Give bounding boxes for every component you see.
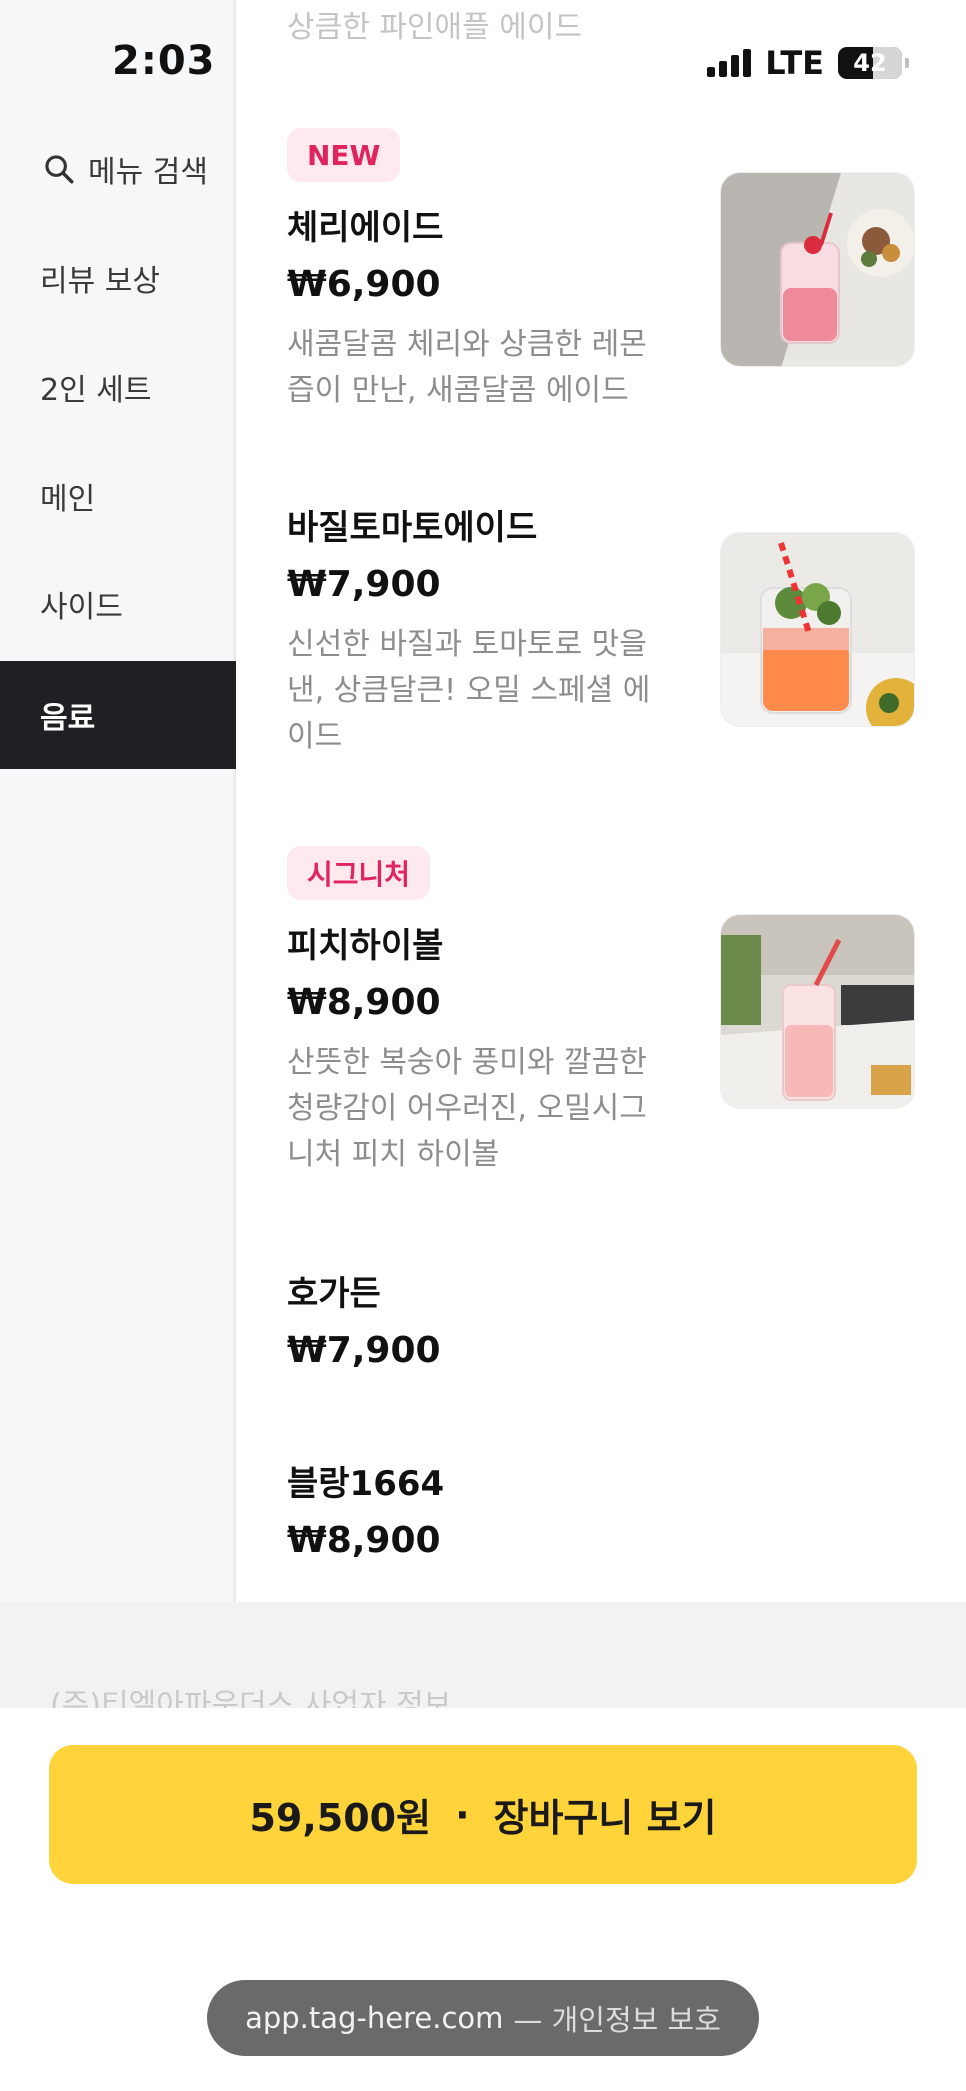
- privacy-text: — 개인정보 보호: [513, 2003, 721, 2037]
- item-name: 블랑1664: [287, 1464, 445, 1504]
- sidebar-item-label: 음료: [40, 701, 96, 736]
- item-description: 산뜻한 복숭아 풍미와 깔끔한 청량감이 어우러진, 오밀시그니처 피치 하이볼: [287, 1045, 647, 1172]
- sidebar-item-drinks[interactable]: 음료: [0, 661, 236, 769]
- sidebar-item-label: 2인 세트: [40, 373, 152, 408]
- item-name: 체리에이드: [287, 208, 444, 248]
- item-price: ₩7,900: [287, 564, 441, 605]
- item-description: 신선한 바질과 토마토로 맛을 낸, 상큼달큰! 오밀 스페셜 에이드: [287, 627, 651, 754]
- sidebar-item-label: 사이드: [40, 590, 123, 625]
- sidebar-item-label: 메인: [40, 482, 96, 517]
- category-sidebar: 메뉴 검색 리뷰 보상 2인 세트 메인 사이드 음료: [0, 0, 236, 1602]
- item-name: 피치하이볼: [287, 926, 444, 966]
- basil-tomato-ade-photo[interactable]: [720, 532, 915, 727]
- menu-search-button[interactable]: 메뉴 검색: [0, 115, 236, 223]
- item-name: 바질토마토에이드: [287, 508, 538, 548]
- menu-search-label: 메뉴 검색: [88, 155, 208, 190]
- menu-item-hoegaarden[interactable]: 호가든 ₩7,900: [287, 1262, 927, 1382]
- menu-list: 상큼한 파인애플 에이드 NEW 체리에이드 ₩6,900 새콤달콤 체리와 상…: [239, 0, 966, 1602]
- item-price: ₩7,900: [287, 1330, 441, 1371]
- cart-total: 59,500원: [249, 1796, 432, 1840]
- url-text: app.tag-here.com: [245, 2001, 504, 2035]
- sidebar-item-main[interactable]: 메인: [0, 442, 236, 550]
- menu-item-blanc-1664[interactable]: 블랑1664 ₩8,900: [287, 1452, 927, 1572]
- item-description: 새콤달콤 체리와 상큼한 레몬즙이 만난, 새콤달콤 에이드: [287, 327, 647, 408]
- sidebar-item-side[interactable]: 사이드: [0, 550, 236, 658]
- item-price: ₩6,900: [287, 264, 441, 305]
- cherry-ade-photo[interactable]: [720, 172, 915, 367]
- browser-url-bar[interactable]: app.tag-here.com — 개인정보 보호: [207, 1980, 759, 2056]
- item-price: ₩8,900: [287, 982, 441, 1023]
- sidebar-item-2-person-set[interactable]: 2인 세트: [0, 333, 236, 441]
- status-time: 2:03: [112, 38, 216, 84]
- sidebar-item-label: 리뷰 보상: [40, 264, 160, 299]
- item-name: 호가든: [287, 1274, 381, 1314]
- search-icon: [45, 155, 74, 184]
- cart-label: 장바구니 보기: [493, 1796, 717, 1840]
- battery-level: 42: [853, 49, 887, 77]
- peach-highball-photo[interactable]: [720, 914, 915, 1109]
- view-cart-button[interactable]: 59,500원 · 장바구니 보기: [49, 1745, 917, 1884]
- cart-separator: ·: [455, 1792, 470, 1837]
- item-price: ₩8,900: [287, 1520, 441, 1561]
- sidebar-item-review-reward[interactable]: 리뷰 보상: [0, 224, 236, 332]
